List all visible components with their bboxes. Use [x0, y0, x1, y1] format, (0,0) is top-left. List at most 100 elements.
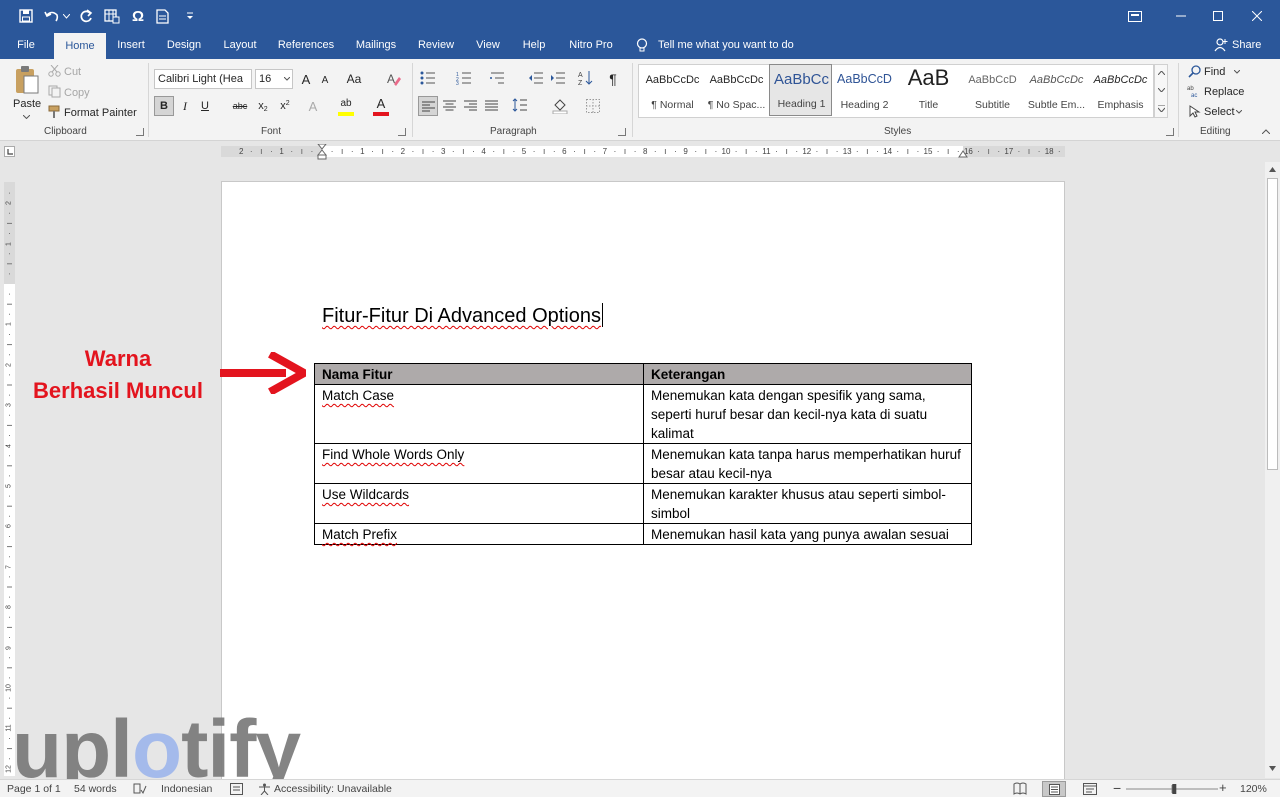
superscript-button[interactable]: x2 — [276, 96, 294, 116]
accessibility-status[interactable]: Accessibility: Unavailable — [274, 783, 392, 795]
copy-button[interactable]: Copy — [64, 87, 90, 99]
tab-mailings[interactable]: Mailings — [350, 32, 402, 59]
grow-font-button[interactable]: A — [298, 69, 314, 89]
table-cell-feature[interactable]: Find Whole Words Only — [314, 443, 644, 484]
table-cell-feature[interactable]: Use Wildcards — [314, 483, 644, 524]
word-count[interactable]: 54 words — [74, 783, 117, 795]
numbering-icon[interactable]: 123 — [456, 71, 472, 85]
font-color-button[interactable]: A — [372, 94, 390, 112]
subscript-button[interactable]: x2 — [254, 96, 272, 116]
style-normal[interactable]: AaBbCcDc ¶ Normal — [641, 64, 704, 116]
proofing-icon[interactable] — [133, 783, 147, 795]
find-dropdown-icon[interactable] — [1234, 70, 1240, 74]
table-cell-description[interactable]: Menemukan karakter khusus atau seperti s… — [643, 483, 972, 524]
increase-indent-icon[interactable] — [550, 71, 566, 85]
symbol-icon[interactable]: Ω — [128, 6, 148, 26]
redo-icon[interactable] — [76, 6, 96, 26]
macro-record-icon[interactable] — [230, 783, 243, 795]
print-layout-button[interactable] — [1042, 781, 1066, 797]
multilevel-list-icon[interactable] — [490, 71, 506, 85]
paste-button[interactable]: Paste — [10, 63, 44, 119]
document-icon[interactable] — [152, 6, 172, 26]
table-cell-description[interactable]: Menemukan kata tanpa harus memperhatikan… — [643, 443, 972, 484]
align-center-icon[interactable] — [443, 100, 456, 111]
font-name-combo[interactable]: Calibri Light (Hea — [154, 69, 252, 89]
align-right-icon[interactable] — [464, 100, 477, 111]
ribbon-display-icon[interactable] — [1112, 0, 1158, 32]
vertical-scrollbar[interactable] — [1265, 162, 1280, 778]
decrease-indent-icon[interactable] — [528, 71, 544, 85]
read-mode-icon[interactable] — [1013, 782, 1027, 795]
accessibility-icon[interactable] — [258, 783, 271, 795]
language-indicator[interactable]: Indonesian — [161, 783, 212, 795]
bold-button[interactable]: B — [154, 96, 174, 116]
borders-icon[interactable] — [586, 99, 600, 113]
tab-review[interactable]: Review — [414, 32, 458, 59]
customize-icon[interactable] — [180, 6, 200, 26]
style-heading-2[interactable]: AaBbCcD Heading 2 — [833, 64, 896, 116]
tab-help[interactable]: Help — [516, 32, 552, 59]
features-table[interactable]: Nama Fitur Keterangan Match Case Menemuk… — [314, 363, 972, 545]
change-case-button[interactable]: Aa — [344, 69, 364, 89]
shrink-font-button[interactable]: A — [318, 71, 332, 89]
tab-view[interactable]: View — [470, 32, 506, 59]
bullets-icon[interactable] — [420, 71, 436, 85]
clear-formatting-icon[interactable]: A — [386, 71, 402, 87]
shading-icon[interactable] — [552, 98, 568, 114]
highlight-button[interactable]: ab — [336, 94, 356, 112]
save-icon[interactable] — [16, 6, 36, 26]
collapse-ribbon-icon[interactable] — [1262, 129, 1270, 134]
vertical-ruler[interactable]: 2 1 1 2 3 4 5 6 7 8 9 10 11 12 — [4, 182, 15, 776]
tab-layout[interactable]: Layout — [218, 32, 262, 59]
style-heading-1[interactable]: AaBbCc Heading 1 — [769, 64, 832, 116]
tab-insert[interactable]: Insert — [112, 32, 150, 59]
zoom-in-button[interactable]: + — [1219, 780, 1227, 795]
select-dropdown-icon[interactable] — [1236, 110, 1242, 114]
insert-table-icon[interactable] — [102, 6, 122, 26]
styles-gallery-scroll[interactable] — [1154, 64, 1168, 118]
table-header-cell[interactable]: Keterangan — [643, 363, 972, 385]
web-layout-icon[interactable] — [1083, 783, 1097, 795]
table-cell-description[interactable]: Menemukan hasil kata yang punya awalan s… — [643, 523, 972, 545]
tab-selector[interactable] — [4, 146, 15, 157]
style-title[interactable]: AaB Title — [897, 64, 960, 116]
tab-design[interactable]: Design — [162, 32, 206, 59]
zoom-level[interactable]: 120% — [1240, 783, 1267, 795]
table-cell-feature[interactable]: Match Prefix — [314, 523, 644, 545]
style-subtitle[interactable]: AaBbCcD Subtitle — [961, 64, 1024, 116]
zoom-slider[interactable] — [1126, 784, 1218, 794]
tab-home[interactable]: Home — [54, 33, 106, 59]
italic-button[interactable]: I — [177, 96, 193, 116]
undo-dropdown-icon[interactable] — [60, 6, 72, 26]
styles-launcher-icon[interactable] — [1166, 128, 1174, 136]
font-size-dropdown-icon[interactable] — [284, 77, 290, 81]
tab-nitro-pro[interactable]: Nitro Pro — [564, 32, 618, 59]
find-button[interactable]: Find — [1204, 66, 1225, 78]
line-spacing-icon[interactable] — [512, 98, 528, 112]
document-heading[interactable]: Fitur-Fitur Di Advanced Options — [322, 303, 603, 328]
tab-file[interactable]: File — [8, 32, 44, 59]
table-cell-description[interactable]: Menemukan kata dengan spesifik yang sama… — [643, 384, 972, 444]
select-button[interactable]: Select — [1204, 106, 1235, 118]
share-button[interactable]: Share — [1232, 32, 1262, 59]
text-effects-button[interactable]: A — [304, 96, 322, 116]
sort-icon[interactable]: AZ — [578, 70, 594, 86]
tab-references[interactable]: References — [274, 32, 338, 59]
page-count[interactable]: Page 1 of 1 — [7, 783, 61, 795]
horizontal-ruler[interactable]: 2 1 1 2 3 4 5 6 7 8 9 10 11 12 13 14 15 16 17 18 — [221, 144, 1065, 160]
strikethrough-button[interactable]: abc — [229, 96, 251, 116]
underline-button[interactable]: U — [197, 96, 213, 116]
style-subtle-emphasis[interactable]: AaBbCcDc Subtle Em... — [1025, 64, 1088, 116]
format-painter-button[interactable]: Format Painter — [64, 107, 137, 119]
paragraph-launcher-icon[interactable] — [618, 128, 626, 136]
clipboard-launcher-icon[interactable] — [136, 128, 144, 136]
font-launcher-icon[interactable] — [398, 128, 406, 136]
close-icon[interactable] — [1234, 0, 1280, 32]
style-no-spacing[interactable]: AaBbCcDc ¶ No Spac... — [705, 64, 768, 116]
table-header-cell[interactable]: Nama Fitur — [314, 363, 644, 385]
zoom-out-button[interactable]: − — [1113, 780, 1121, 796]
indent-marker-icon[interactable] — [317, 144, 327, 160]
justify-icon[interactable] — [485, 100, 498, 111]
align-left-button[interactable] — [418, 96, 438, 116]
show-formatting-marks-button[interactable]: ¶ — [604, 69, 622, 89]
